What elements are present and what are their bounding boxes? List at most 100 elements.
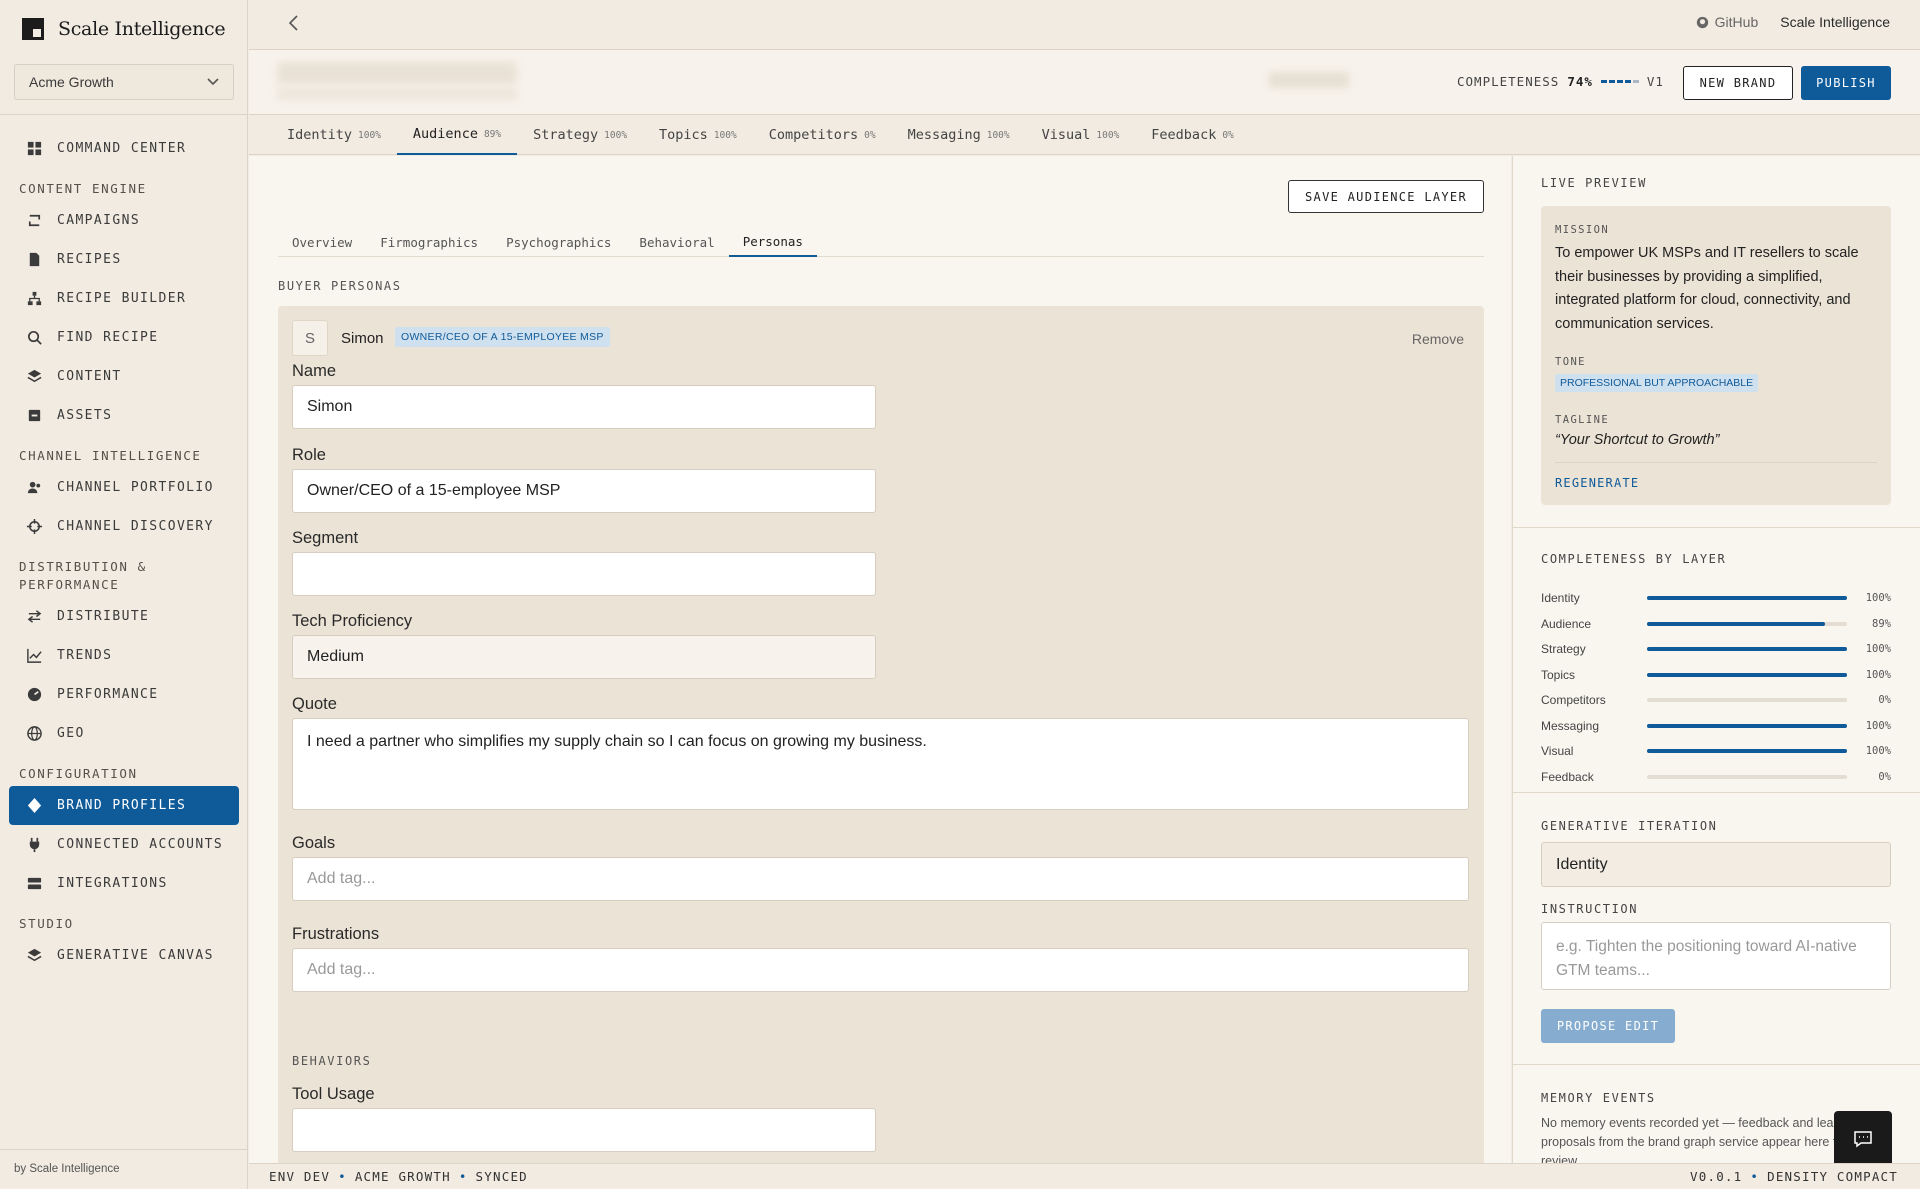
propose-edit-button[interactable]: PROPOSE EDIT (1541, 1009, 1675, 1043)
nav-section-channel-intelligence: CHANNEL INTELLIGENCE (19, 448, 202, 463)
hierarchy-icon (25, 290, 43, 308)
layer-name: Audience (1541, 616, 1592, 631)
tab-messaging[interactable]: Messaging 100% (892, 115, 1026, 155)
sidebar-item-label: FIND RECIPE (57, 330, 159, 345)
plug-icon (25, 836, 43, 854)
role-field[interactable]: Owner/CEO of a 15-employee MSP (292, 469, 876, 513)
tool-usage-label: Tool Usage (292, 1085, 375, 1103)
subtab-overview[interactable]: Overview (278, 227, 366, 257)
tab-label: Competitors (768, 127, 859, 143)
sidebar-item-generative-canvas[interactable]: GENERATIVE CANVAS (9, 936, 239, 975)
logo[interactable]: Scale Intelligence (22, 18, 226, 40)
back-arrow-icon[interactable] (287, 14, 301, 32)
tab-label: Topics (659, 127, 708, 143)
memory-events-text: No memory events recorded yet — feedback… (1541, 1116, 1862, 1163)
sidebar-item-brand-profiles[interactable]: BRAND PROFILES (9, 786, 239, 825)
save-audience-layer-button[interactable]: SAVE AUDIENCE LAYER (1288, 180, 1484, 213)
mission-label: MISSION (1555, 224, 1610, 236)
sidebar-item-campaigns[interactable]: CAMPAIGNS (9, 201, 239, 240)
topbar: GitHub Scale Intelligence (249, 0, 1920, 50)
tab-topics[interactable]: Topics 100% (643, 115, 753, 155)
goals-tag-input[interactable]: Add tag... (292, 857, 1469, 901)
live-preview-title: LIVE PREVIEW (1541, 176, 1647, 190)
layer-select[interactable]: Identity (1541, 842, 1891, 887)
layer-bar-audience: Audience 89% (1541, 616, 1891, 632)
sidebar-item-label: COMMAND CENTER (57, 141, 187, 156)
chart-line-icon (25, 647, 43, 665)
remove-persona-button[interactable]: Remove (1412, 331, 1464, 347)
bar-track (1647, 621, 1847, 626)
bar-fill (1647, 647, 1847, 651)
meter-segment (1600, 80, 1607, 83)
sidebar-item-assets[interactable]: ASSETS (9, 396, 239, 435)
subtab-personas[interactable]: Personas (728, 227, 817, 257)
meter-segment (1624, 80, 1631, 83)
tool-usage-field[interactable] (292, 1108, 876, 1152)
search-icon (25, 329, 43, 347)
segment-field[interactable] (292, 552, 876, 596)
persona-name: Simon (341, 330, 384, 347)
version-status: V0.0.1 (1690, 1169, 1743, 1184)
tab-label: Audience (412, 126, 478, 142)
layer-pct: 100% (1865, 643, 1891, 655)
new-brand-button[interactable]: NEW BRAND (1683, 66, 1793, 100)
sidebar-item-integrations[interactable]: INTEGRATIONS (9, 864, 239, 903)
nav-section-content-engine: CONTENT ENGINE (19, 181, 147, 196)
subtab-behavioral[interactable]: Behavioral (625, 227, 728, 257)
name-field[interactable]: Simon (292, 385, 876, 429)
sidebar-item-connected-accounts[interactable]: CONNECTED ACCOUNTS (9, 825, 239, 864)
chat-button[interactable] (1834, 1111, 1892, 1167)
brand-subtitle-redacted (277, 88, 517, 100)
tab-identity[interactable]: Identity 100% (271, 115, 397, 155)
instruction-textarea[interactable]: e.g. Tighten the positioning toward AI-n… (1541, 922, 1891, 990)
layer-bar-strategy: Strategy 100% (1541, 641, 1891, 657)
sidebar-item-channel-discovery[interactable]: CHANNEL DISCOVERY (9, 507, 239, 546)
sidebar-item-recipe-builder[interactable]: RECIPE BUILDER (9, 279, 239, 318)
github-link[interactable]: GitHub (1696, 14, 1758, 30)
sidebar-item-content[interactable]: CONTENT (9, 357, 239, 396)
mission-text: To empower UK MSPs and IT resellers to s… (1555, 245, 1859, 332)
persona-role-badge: OWNER/CEO OF A 15-EMPLOYEE MSP (395, 327, 610, 347)
density-toggle[interactable]: DENSITY COMPACT (1767, 1169, 1898, 1184)
chevron-down-icon (207, 78, 219, 86)
tab-competitors[interactable]: Competitors 0% (753, 115, 892, 155)
subtab-firmographics[interactable]: Firmographics (366, 227, 492, 257)
server-icon (25, 875, 43, 893)
sidebar-item-label: TRENDS (57, 648, 113, 663)
sidebar-item-recipes[interactable]: RECIPES (9, 240, 239, 279)
quote-textarea[interactable]: I need a partner who simplifies my suppl… (292, 718, 1469, 810)
sidebar-item-distribute[interactable]: DISTRIBUTE (9, 597, 239, 636)
segment-label: Segment (292, 529, 359, 547)
sidebar-item-channel-portfolio[interactable]: CHANNEL PORTFOLIO (9, 468, 239, 507)
logo-text: Scale Intelligence (58, 18, 226, 40)
bar-track (1647, 647, 1847, 651)
status-dot: • (338, 1169, 347, 1184)
tab-feedback[interactable]: Feedback 0% (1135, 115, 1249, 155)
nav-section-configuration: CONFIGURATION (19, 766, 138, 781)
tech-proficiency-select[interactable]: Medium (292, 635, 876, 679)
nav-section-studio: STUDIO (19, 916, 74, 931)
org-name[interactable]: Scale Intelligence (1780, 14, 1890, 30)
right-panel: LIVE PREVIEW MISSION To empower UK MSPs … (1512, 156, 1920, 1163)
regenerate-button[interactable]: REGENERATE (1555, 476, 1639, 490)
nav-divider (0, 114, 248, 115)
brand-meta-redacted (1269, 72, 1349, 88)
sidebar-item-geo[interactable]: GEO (9, 714, 239, 753)
publish-button[interactable]: PUBLISH (1801, 66, 1891, 100)
tab-visual[interactable]: Visual 100% (1026, 115, 1136, 155)
sidebar-item-performance[interactable]: PERFORMANCE (9, 675, 239, 714)
workspace-select[interactable]: Acme Growth (14, 64, 234, 100)
instruction-label: INSTRUCTION (1541, 902, 1639, 916)
sidebar-item-command-center[interactable]: COMMAND CENTER (9, 129, 239, 168)
bar-track (1647, 749, 1847, 753)
sidebar-item-label: CONTENT (57, 369, 122, 384)
sidebar-item-trends[interactable]: TRENDS (9, 636, 239, 675)
layer-bar-competitors: Competitors 0% (1541, 692, 1891, 708)
sidebar-item-find-recipe[interactable]: FIND RECIPE (9, 318, 239, 357)
tab-strategy[interactable]: Strategy 100% (517, 115, 643, 155)
subtab-psychographics[interactable]: Psychographics (492, 227, 625, 257)
brand-title-redacted (277, 62, 517, 84)
frustrations-tag-input[interactable]: Add tag... (292, 948, 1469, 992)
tab-pct: 89% (483, 128, 502, 140)
tab-audience[interactable]: Audience 89% (396, 115, 518, 155)
